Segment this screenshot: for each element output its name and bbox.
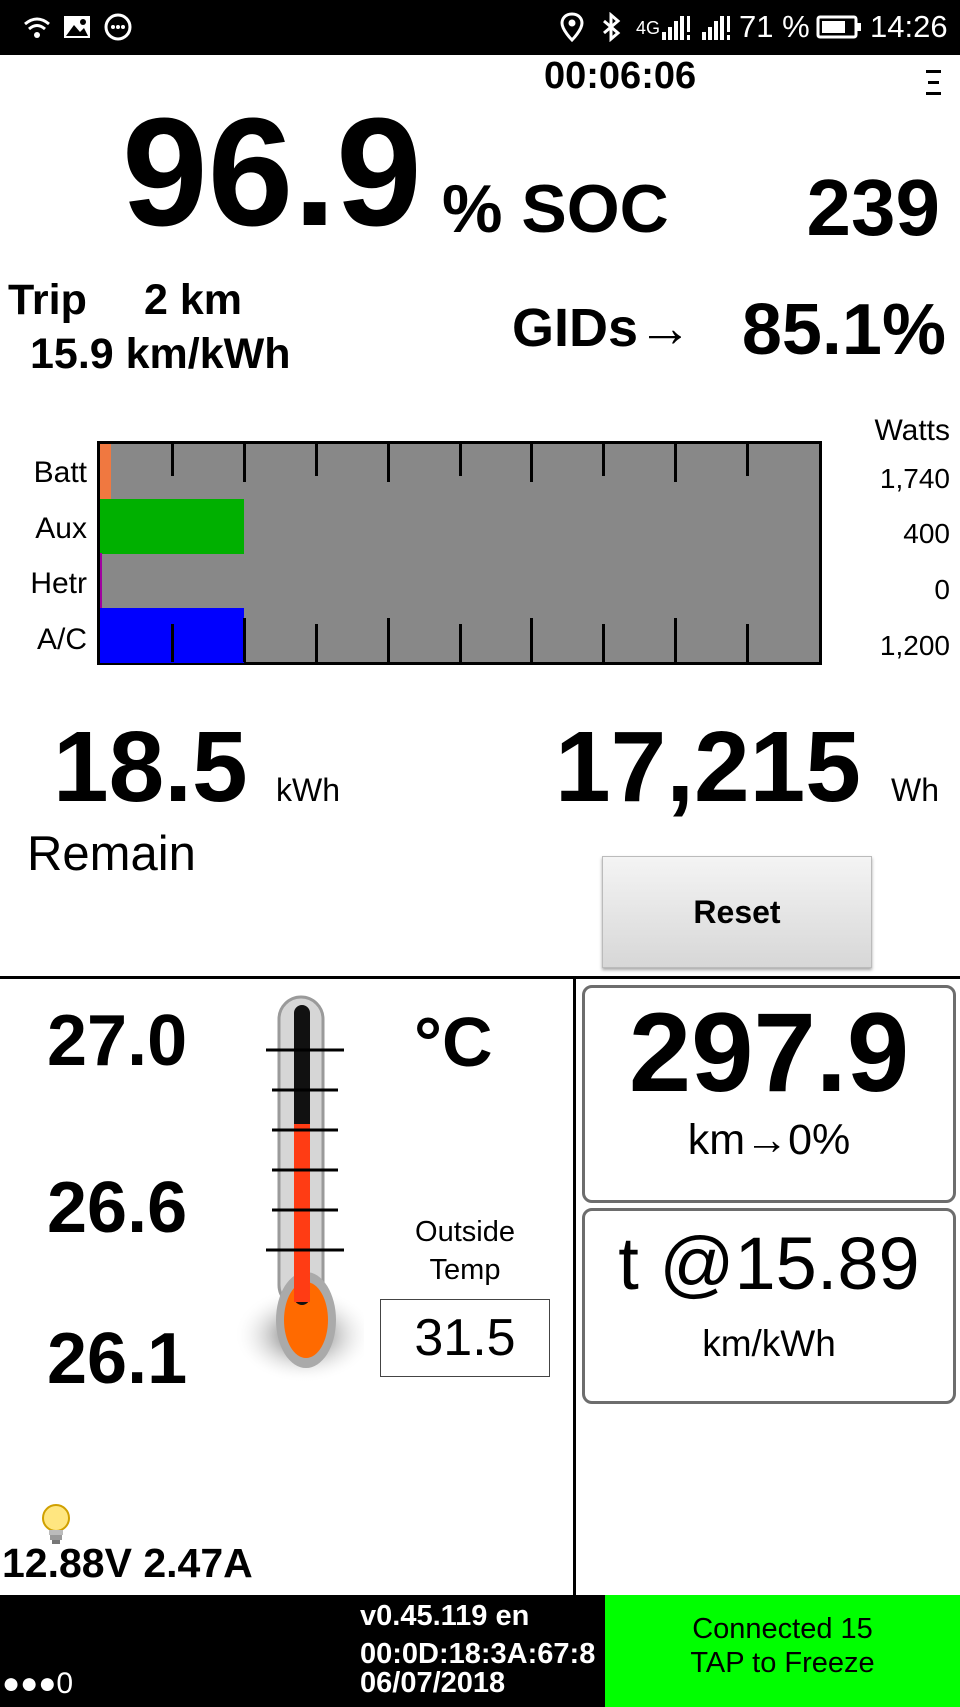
gauge-watts-ac: 1,200 (879, 630, 950, 661)
gauge-label-hetr: Hetr (30, 567, 87, 600)
gauge-tick (530, 444, 533, 482)
gauge-watts-aux: 400 (903, 518, 950, 549)
chat-icon (104, 13, 132, 41)
menu-icon[interactable] (922, 70, 946, 96)
batt-temp-3: 26.1 (47, 1319, 188, 1399)
signal-icon-2 (702, 16, 730, 40)
battery-percent: 71 % (739, 9, 810, 44)
gauge-tick (602, 444, 605, 476)
gids-label: GIDs→ (512, 298, 693, 358)
watts-header: Watts (874, 414, 950, 447)
section-divider (0, 976, 960, 979)
gauge-watts-hetr: 0 (934, 574, 950, 605)
status-bar: 4G 71 % 14:26 (0, 0, 960, 55)
efficiency-unit: km/kWh (702, 1323, 836, 1364)
used-energy-unit: Wh (891, 772, 939, 808)
twelve-volt-reading: 12.88V 2.47A (2, 1540, 253, 1586)
soc-unit: % SOC (442, 171, 669, 247)
temp-unit: °C (414, 1003, 493, 1081)
used-energy-value: 17,215 (555, 711, 861, 823)
gids-value: 239 (806, 163, 940, 252)
gauge-tick (171, 444, 174, 476)
gauge-label-aux: Aux (35, 512, 87, 545)
image-icon (64, 16, 90, 38)
clock: 14:26 (870, 9, 948, 44)
reset-button[interactable]: Reset (602, 856, 872, 968)
gauge-tick (746, 624, 749, 662)
outside-temp-label-1: Outside (415, 1216, 515, 1248)
gauge-tick (171, 624, 174, 662)
gauge-label-batt: Batt (33, 456, 87, 489)
outside-temp-value: 31.5 (380, 1299, 550, 1377)
gauge-label-ac: A/C (36, 623, 87, 656)
gauge-tick (243, 618, 246, 662)
connection-status: Connected 15 (692, 1613, 873, 1645)
power-gauge (97, 441, 822, 665)
wifi-icon (24, 17, 50, 38)
hetr-bar (100, 553, 102, 608)
gauge-tick (315, 444, 318, 476)
gids-percent: 85.1% (741, 290, 946, 370)
connection-freeze-button[interactable]: Connected 15 TAP to Freeze (605, 1595, 960, 1707)
app-version: v0.45.119 en (360, 1600, 530, 1632)
aux-bar (100, 499, 244, 554)
range-card: 297.9 km→0% (582, 985, 956, 1203)
column-divider (573, 979, 576, 1595)
remain-label: Remain (27, 827, 196, 881)
battery-icon (816, 15, 861, 39)
remain-value: 18.5 (53, 711, 248, 823)
thermometer-icon (234, 995, 364, 1383)
gauge-tick (387, 618, 390, 662)
remain-unit: kWh (276, 772, 340, 808)
gauge-watts-batt: 1,740 (879, 463, 950, 494)
gauge-tick (602, 624, 605, 662)
target-efficiency: t @15.89 (618, 1222, 920, 1305)
gauge-tick (315, 624, 318, 662)
network-type: 4G (636, 18, 661, 38)
batt-temp-2: 26.6 (47, 1168, 188, 1248)
efficiency-card: t @15.89 km/kWh (582, 1208, 956, 1404)
range-label: km→0% (687, 1116, 851, 1164)
batt-bar (100, 444, 111, 499)
range-distance: 297.9 (628, 990, 910, 1115)
elapsed-timer: 00:06:06 (544, 55, 697, 97)
gauge-tick (530, 618, 533, 662)
footer-date: 06/07/2018 (360, 1667, 506, 1699)
gauge-tick (243, 444, 246, 482)
gauge-tick (746, 444, 749, 476)
gauge-tick (674, 444, 677, 482)
gauge-tick (459, 624, 462, 662)
gauge-tick (674, 618, 677, 662)
location-icon (560, 12, 584, 42)
bluetooth-icon (603, 12, 621, 42)
signal-icon (662, 16, 690, 40)
batt-temp-1: 27.0 (47, 1001, 188, 1081)
gauge-tick (387, 444, 390, 482)
outside-temp-label-2: Temp (429, 1254, 501, 1286)
soc-value: 96.9 (122, 86, 422, 258)
footer-dots: ●●●0 (2, 1667, 74, 1700)
freeze-hint: TAP to Freeze (690, 1647, 875, 1679)
trip-distance: 2 km (144, 276, 243, 324)
trip-efficiency: 15.9 km/kWh (30, 330, 291, 378)
trip-label: Trip (8, 276, 87, 324)
gauge-tick (459, 444, 462, 476)
